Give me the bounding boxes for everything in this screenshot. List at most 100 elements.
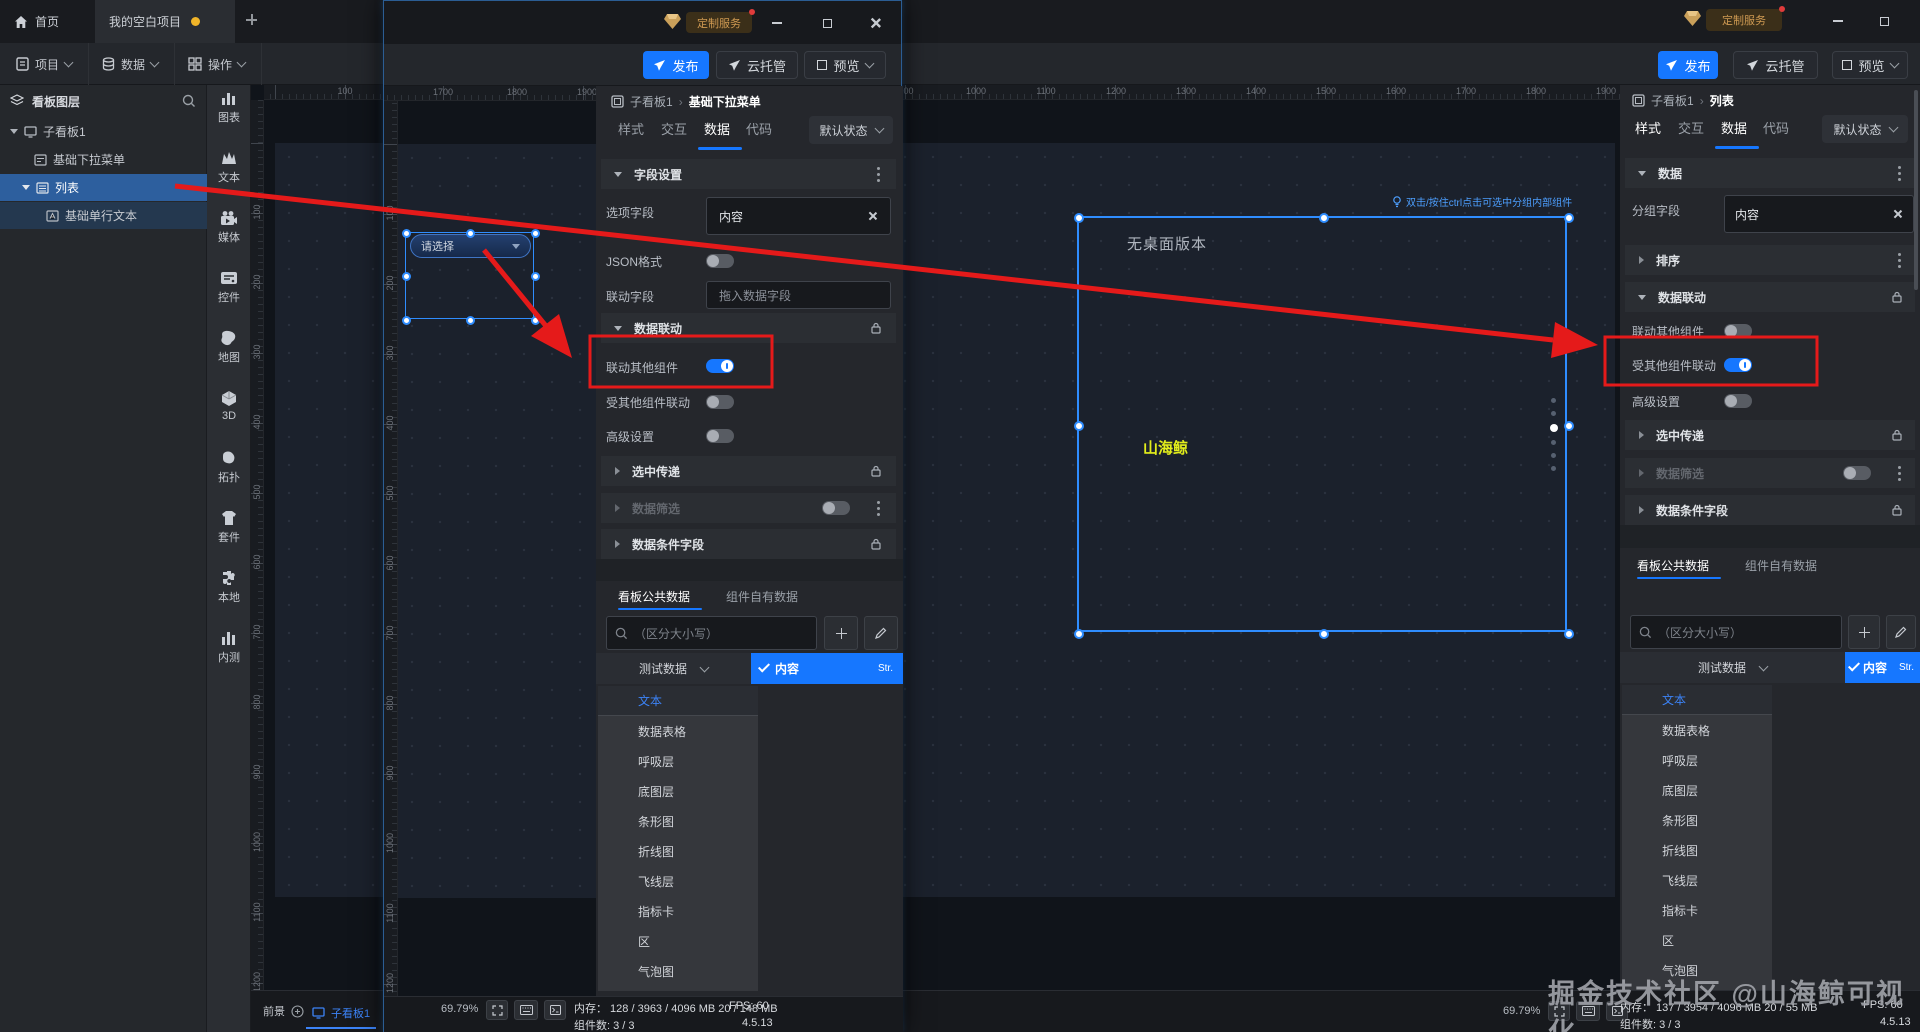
clear-icon[interactable]	[868, 211, 878, 221]
vip-badge[interactable]: 定制服务	[1706, 6, 1785, 31]
list-option[interactable]: 呼吸层	[598, 746, 758, 776]
panel-tab-style[interactable]: 样式	[618, 119, 644, 138]
close-button[interactable]	[863, 12, 889, 34]
list-option[interactable]: 指标卡	[598, 896, 758, 926]
tab-project[interactable]: 我的空白项目	[95, 0, 235, 43]
section-data-filter[interactable]: 数据筛选	[1625, 458, 1915, 488]
list-option[interactable]: 区	[598, 926, 758, 956]
section-field-settings[interactable]: 字段设置	[601, 159, 896, 189]
add-data-button[interactable]	[824, 616, 858, 650]
strip-item-charts[interactable]: 图表	[207, 90, 251, 125]
section-condition-field[interactable]: 数据条件字段	[1625, 495, 1915, 525]
list-option[interactable]: 数据表格	[1622, 715, 1772, 745]
list-option[interactable]: 指标卡	[1622, 895, 1772, 925]
data-tab-own[interactable]: 组件自有数据	[1745, 557, 1817, 574]
linkage-other-toggle[interactable]	[706, 359, 734, 373]
section-menu-icon[interactable]	[1898, 472, 1901, 475]
data-search-box[interactable]: （区分大小写）	[1630, 615, 1842, 649]
section-condition-field[interactable]: 数据条件字段	[601, 529, 896, 559]
list-option[interactable]: 飞线层	[598, 866, 758, 896]
breadcrumb-board[interactable]: 子看板1	[1651, 92, 1694, 109]
floating-window[interactable]: 定制服务 发布 云托管 预览 1700 1800 1900 100 200 30…	[383, 0, 903, 1032]
clear-icon[interactable]	[1893, 209, 1903, 219]
selected-field-row[interactable]: 内容 Str.	[1845, 652, 1920, 683]
strip-item-controls[interactable]: 控件	[207, 270, 251, 305]
menu-operation[interactable]: 操作	[172, 43, 263, 85]
strip-item-local[interactable]: 本地	[207, 570, 251, 605]
tree-item-list[interactable]: 列表	[0, 174, 207, 201]
list-component-selection[interactable]: 无桌面版本 山海鲸	[1074, 213, 1574, 639]
linked-by-other-toggle[interactable]	[1724, 358, 1752, 372]
panel-tab-data[interactable]: 数据	[1721, 118, 1747, 137]
edit-data-button[interactable]	[1886, 615, 1916, 649]
menu-project[interactable]: 项目	[0, 43, 90, 85]
section-data[interactable]: 数据	[1625, 158, 1915, 188]
resize-handle[interactable]	[531, 229, 540, 238]
zoom-level[interactable]: 69.79%	[441, 1003, 478, 1015]
resize-handle[interactable]	[466, 316, 475, 325]
strip-item-topology[interactable]: 拓扑	[207, 450, 251, 485]
linkage-other-toggle[interactable]	[1724, 324, 1752, 338]
panel-tab-style[interactable]: 样式	[1635, 118, 1661, 137]
section-menu-icon[interactable]	[877, 173, 880, 176]
resize-handle[interactable]	[1074, 629, 1084, 639]
json-format-toggle[interactable]	[706, 254, 734, 268]
group-field-input[interactable]: 内容	[1724, 195, 1914, 233]
list-option[interactable]: 气泡图	[598, 956, 758, 986]
resize-handle[interactable]	[1074, 421, 1084, 431]
keyboard-button[interactable]	[514, 1000, 538, 1020]
float-titlebar[interactable]: 定制服务	[384, 1, 901, 44]
list-option[interactable]: 文本	[598, 686, 758, 716]
data-filter-toggle[interactable]	[1843, 466, 1871, 480]
dataset-selector[interactable]: 测试数据	[596, 653, 751, 684]
section-data-filter[interactable]: 数据筛选	[601, 493, 896, 523]
foreground-toggle[interactable]: 前景	[263, 1003, 304, 1019]
linkage-field-input[interactable]: 拖入数据字段	[706, 281, 891, 309]
dropdown-selection[interactable]: 请选择	[402, 229, 540, 325]
list-scroll-dots[interactable]	[1549, 390, 1558, 479]
minimize-button[interactable]	[1826, 10, 1850, 32]
breadcrumb-board[interactable]: 子看板1	[630, 93, 673, 110]
panel-scrollbar[interactable]	[1914, 90, 1918, 290]
list-option[interactable]: 折线图	[598, 836, 758, 866]
dataset-selector[interactable]: 测试数据	[1620, 652, 1845, 683]
console-button[interactable]	[544, 1000, 566, 1020]
resize-handle[interactable]	[402, 272, 411, 281]
strip-item-map[interactable]: 地图	[207, 330, 251, 365]
resize-handle[interactable]	[1564, 213, 1574, 223]
edit-data-button[interactable]	[864, 616, 898, 650]
resize-handle[interactable]	[402, 316, 411, 325]
strip-item-media[interactable]: 媒体	[207, 210, 251, 245]
resize-handle[interactable]	[466, 229, 475, 238]
search-icon[interactable]	[182, 94, 196, 108]
resize-handle[interactable]	[1319, 213, 1329, 223]
panel-tab-interaction[interactable]: 交互	[1678, 118, 1704, 137]
panel-tab-interaction[interactable]: 交互	[661, 119, 687, 138]
section-menu-icon[interactable]	[877, 507, 880, 510]
list-option[interactable]: 呼吸层	[1622, 745, 1772, 775]
list-option[interactable]: 文本	[1622, 685, 1772, 715]
tree-item-dropdown[interactable]: 基础下拉菜单	[0, 146, 207, 173]
strip-item-suite[interactable]: 套件	[207, 510, 251, 545]
fit-screen-button[interactable]	[486, 1000, 508, 1020]
resize-handle[interactable]	[1319, 629, 1329, 639]
zoom-level[interactable]: 69.79%	[1503, 1005, 1540, 1017]
section-menu-icon[interactable]	[1898, 259, 1901, 262]
list-option[interactable]: 飞线层	[1622, 865, 1772, 895]
selected-field-row[interactable]: 内容 Str.	[751, 653, 903, 684]
data-tab-public[interactable]: 看板公共数据	[1637, 557, 1709, 574]
panel-tab-code[interactable]: 代码	[1763, 118, 1789, 137]
resize-handle[interactable]	[402, 229, 411, 238]
section-select-pass[interactable]: 选中传递	[1625, 420, 1915, 450]
strip-item-beta[interactable]: 内测	[207, 630, 251, 665]
list-option[interactable]: 条形图	[1622, 805, 1772, 835]
resize-handle[interactable]	[1564, 629, 1574, 639]
publish-button[interactable]: 发布	[1658, 51, 1718, 79]
menu-data[interactable]: 数据	[86, 43, 176, 85]
resize-handle[interactable]	[531, 272, 540, 281]
data-tab-own[interactable]: 组件自有数据	[726, 588, 798, 605]
section-select-pass[interactable]: 选中传递	[601, 456, 896, 486]
list-option[interactable]: 折线图	[1622, 835, 1772, 865]
section-data-linkage[interactable]: 数据联动	[1625, 282, 1915, 312]
publish-button[interactable]: 发布	[643, 51, 709, 79]
